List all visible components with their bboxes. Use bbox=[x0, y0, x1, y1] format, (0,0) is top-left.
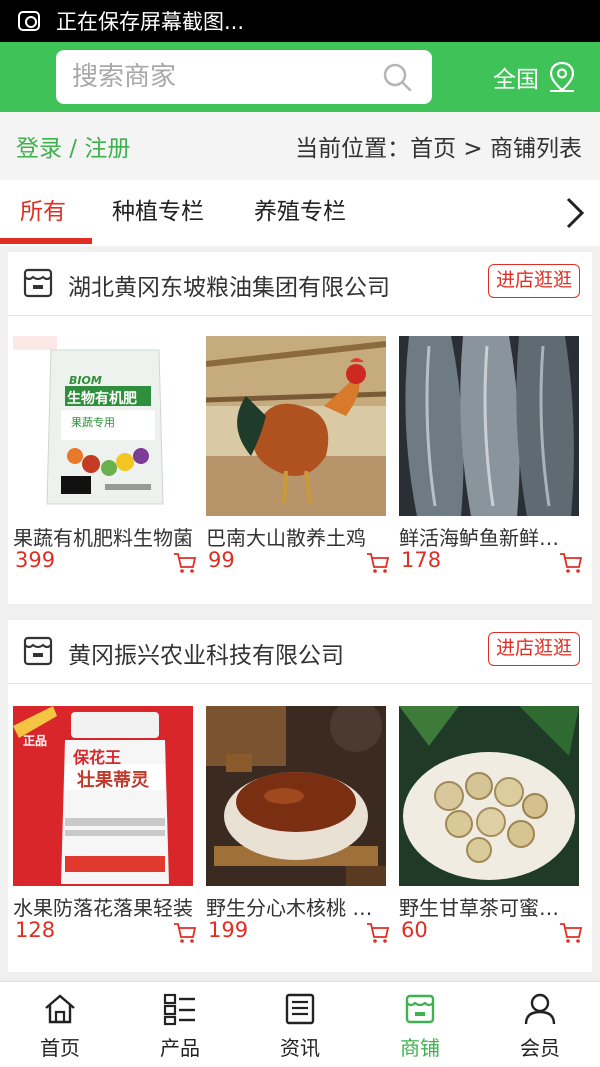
product-badge-text: 正品 bbox=[23, 734, 48, 748]
user-icon bbox=[524, 993, 556, 1025]
product-price: 128 bbox=[15, 918, 56, 942]
home-icon bbox=[45, 994, 75, 1024]
shop-card: 黄冈振兴农业科技有限公司 进店逛逛 正品 保花王 壮果蒂灵 水果防落花落果轻装 … bbox=[8, 620, 592, 972]
product-card[interactable]: 鲜活海鲈鱼新鲜… 178 bbox=[399, 336, 583, 573]
nav-label: 商铺 bbox=[400, 1036, 440, 1060]
region-label: 全国 bbox=[493, 67, 539, 93]
product-name[interactable]: 水果防落花落果轻装 bbox=[13, 892, 197, 921]
tab-planting[interactable]: 种植专栏 bbox=[112, 180, 204, 246]
cart-icon[interactable] bbox=[173, 922, 197, 944]
chevron-right-icon[interactable] bbox=[562, 196, 586, 230]
product-brand-text: 保花王 bbox=[73, 748, 122, 767]
product-image[interactable]: BIOM 生物有机肥 果蔬专用 bbox=[13, 336, 193, 516]
nav-label: 资讯 bbox=[280, 1036, 320, 1060]
product-price: 199 bbox=[208, 918, 249, 942]
product-card[interactable]: 巴南大山散养土鸡 99 bbox=[206, 336, 390, 573]
visit-shop-button[interactable]: 进店逛逛 bbox=[487, 632, 580, 666]
shop-header: 湖北黄冈东坡粮油集团有限公司 进店逛逛 bbox=[8, 252, 592, 316]
product-name[interactable]: 果蔬有机肥料生物菌 bbox=[13, 522, 197, 551]
product-card[interactable]: 正品 保花王 壮果蒂灵 水果防落花落果轻装 128 bbox=[13, 706, 197, 943]
shop-name[interactable]: 黄冈振兴农业科技有限公司 bbox=[68, 636, 344, 670]
tab-all[interactable]: 所有 bbox=[20, 180, 66, 246]
storefront-icon bbox=[23, 268, 53, 298]
product-brand-text: BIOM bbox=[69, 374, 102, 387]
product-name[interactable]: 巴南大山散养土鸡 bbox=[206, 522, 390, 551]
shop-header: 黄冈振兴农业科技有限公司 进店逛逛 bbox=[8, 620, 592, 684]
header: 全国 bbox=[0, 42, 600, 112]
breadcrumb: 当前位置：首页 > 商铺列表 bbox=[295, 136, 582, 162]
cart-icon[interactable] bbox=[366, 552, 390, 574]
nav-label: 产品 bbox=[160, 1036, 200, 1060]
search-icon[interactable] bbox=[382, 62, 412, 92]
screenshot-icon bbox=[18, 11, 40, 31]
nav-label: 会员 bbox=[520, 1036, 560, 1060]
cart-icon[interactable] bbox=[173, 552, 197, 574]
product-name[interactable]: 野生甘草茶可蜜… bbox=[399, 892, 583, 921]
product-price: 399 bbox=[15, 548, 56, 572]
nav-shops[interactable]: 商铺 bbox=[360, 982, 480, 1067]
product-card[interactable]: 野生甘草茶可蜜… 60 bbox=[399, 706, 583, 943]
cart-icon[interactable] bbox=[366, 922, 390, 944]
category-tabs: 所有 种植专栏 养殖专栏 bbox=[0, 180, 600, 246]
shop-icon bbox=[405, 994, 435, 1024]
product-card[interactable]: BIOM 生物有机肥 果蔬专用 果蔬有机肥料生物菌 399 bbox=[13, 336, 197, 573]
login-register-link[interactable]: 登录 / 注册 bbox=[16, 129, 130, 163]
nav-home[interactable]: 首页 bbox=[0, 982, 120, 1067]
product-subtitle-text: 果蔬专用 bbox=[71, 416, 115, 429]
grid-list-icon bbox=[163, 993, 195, 1026]
bottom-navigation: 首页 产品 资讯 商铺 会员 bbox=[0, 981, 600, 1067]
search-input[interactable] bbox=[72, 62, 362, 92]
nav-member[interactable]: 会员 bbox=[480, 982, 600, 1067]
product-price: 60 bbox=[401, 918, 428, 942]
active-tab-indicator bbox=[0, 238, 92, 244]
nav-news[interactable]: 资讯 bbox=[240, 982, 360, 1067]
status-bar: 正在保存屏幕截图... bbox=[0, 0, 600, 42]
breadcrumb-bar: 登录 / 注册 当前位置：首页 > 商铺列表 bbox=[0, 112, 600, 180]
status-text: 正在保存屏幕截图... bbox=[56, 10, 245, 34]
product-name[interactable]: 鲜活海鲈鱼新鲜… bbox=[399, 522, 583, 551]
product-image[interactable] bbox=[206, 706, 386, 886]
search-box[interactable] bbox=[56, 50, 432, 104]
shop-card: 湖北黄冈东坡粮油集团有限公司 进店逛逛 BIOM 生物有机肥 果蔬专用 果蔬有机… bbox=[8, 252, 592, 604]
storefront-icon bbox=[23, 636, 53, 666]
location-pin-icon bbox=[549, 61, 575, 92]
product-title-text: 生物有机肥 bbox=[67, 391, 137, 407]
region-selector[interactable]: 全国 bbox=[493, 60, 577, 94]
tab-breeding[interactable]: 养殖专栏 bbox=[254, 180, 346, 246]
cart-icon[interactable] bbox=[559, 922, 583, 944]
product-image[interactable] bbox=[206, 336, 386, 516]
product-name[interactable]: 野生分心木核桃 … bbox=[206, 892, 390, 921]
product-image[interactable]: 正品 保花王 壮果蒂灵 bbox=[13, 706, 193, 886]
product-image[interactable] bbox=[399, 706, 579, 886]
nav-label: 首页 bbox=[40, 1036, 80, 1060]
visit-shop-button[interactable]: 进店逛逛 bbox=[487, 264, 580, 298]
news-icon bbox=[285, 993, 315, 1025]
cart-icon[interactable] bbox=[559, 552, 583, 574]
nav-products[interactable]: 产品 bbox=[120, 982, 240, 1067]
product-price: 99 bbox=[208, 548, 235, 572]
product-card[interactable]: 野生分心木核桃 … 199 bbox=[206, 706, 390, 943]
product-title-text: 壮果蒂灵 bbox=[77, 770, 149, 791]
product-price: 178 bbox=[401, 548, 442, 572]
shop-name[interactable]: 湖北黄冈东坡粮油集团有限公司 bbox=[68, 268, 390, 302]
product-image[interactable] bbox=[399, 336, 579, 516]
